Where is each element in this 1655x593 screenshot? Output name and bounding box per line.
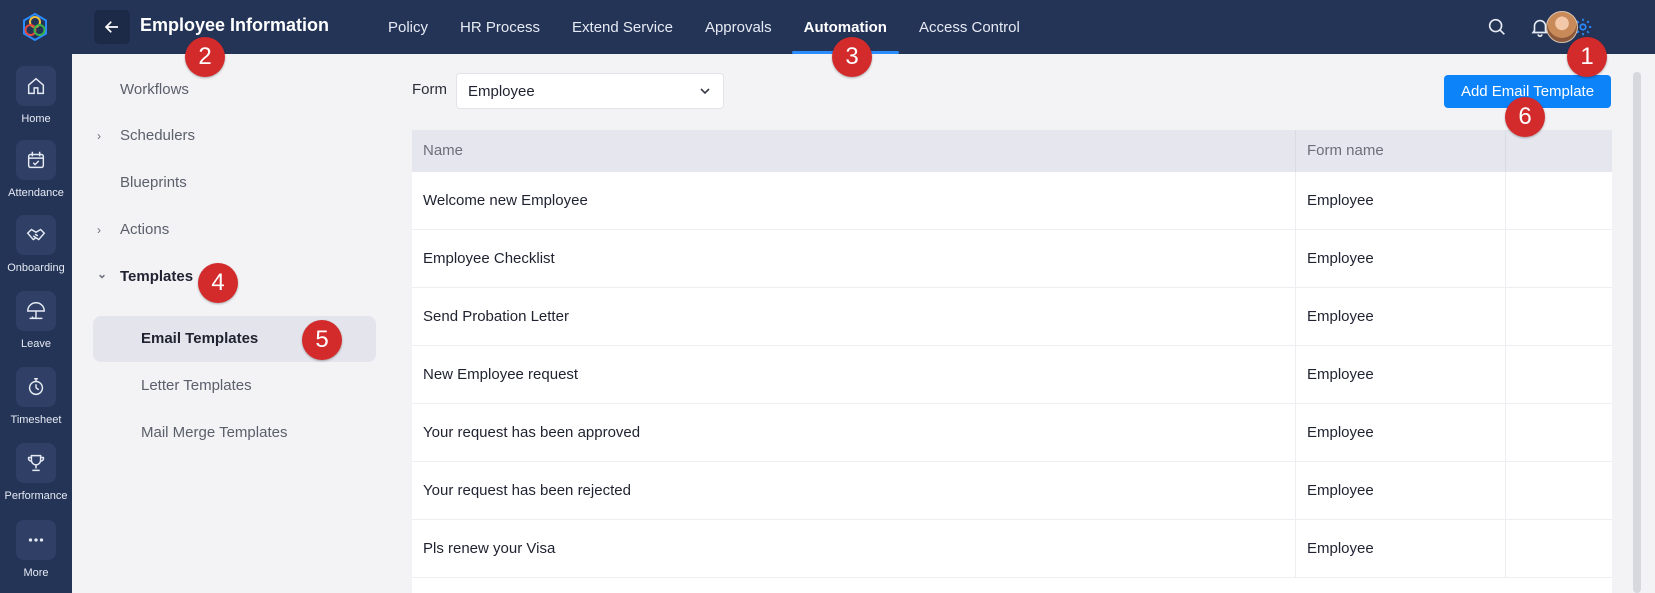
arrow-left-icon (104, 21, 118, 33)
table-row[interactable]: New Employee request Employee (412, 346, 1612, 404)
table-row[interactable]: Pls renew your Visa Employee (412, 520, 1612, 578)
actions-cell (1505, 230, 1612, 288)
actions-cell (1505, 346, 1612, 404)
table-row[interactable]: Your request has been rejected Employee (412, 462, 1612, 520)
home-icon (27, 77, 45, 95)
handshake-icon (26, 228, 46, 241)
table-row[interactable]: Send Probation Letter Employee (412, 288, 1612, 346)
left-rail: Home Attendance Onboarding Leave Timeshe… (0, 0, 72, 593)
scrollbar-thumb[interactable] (1633, 72, 1641, 593)
rail-item-leave[interactable]: Leave (0, 285, 72, 361)
sidebar-item-schedulers[interactable]: › Schedulers (72, 113, 394, 159)
vertical-scrollbar[interactable] (1633, 72, 1641, 593)
sidebar-item-workflows[interactable]: Workflows (72, 67, 394, 113)
column-header-form-name[interactable]: Form name (1295, 130, 1505, 172)
form-label: Form (412, 81, 447, 98)
template-name-cell: New Employee request (423, 366, 579, 383)
form-name-cell: Employee (1295, 346, 1505, 404)
umbrella-icon (27, 302, 45, 320)
callout-badge-2: 2 (185, 37, 225, 77)
actions-cell (1505, 462, 1612, 520)
callout-badge-5: 5 (302, 320, 342, 360)
rail-item-label: Onboarding (7, 262, 65, 274)
table-row[interactable]: Employee Checklist Employee (412, 230, 1612, 288)
callout-badge-1: 1 (1567, 37, 1607, 77)
avatar[interactable] (1546, 11, 1578, 43)
more-dots-icon (28, 538, 44, 542)
form-name-cell: Employee (1295, 404, 1505, 462)
rail-item-label: Home (21, 113, 51, 125)
app-window: Home Attendance Onboarding Leave Timeshe… (0, 0, 1655, 593)
sidebar-item-actions[interactable]: › Actions (72, 207, 394, 253)
template-name-cell: Send Probation Letter (423, 308, 569, 325)
back-button[interactable] (94, 10, 130, 44)
template-name-cell: Your request has been rejected (423, 482, 631, 499)
tab-access-control[interactable]: Access Control (903, 0, 1036, 54)
chevron-right-icon: › (97, 223, 101, 237)
form-name-cell: Employee (1295, 172, 1505, 230)
sidebar-item-label: Actions (120, 221, 170, 238)
nav-tabs: Policy HR Process Extend Service Approva… (372, 0, 1036, 54)
rail-item-label: More (23, 567, 49, 579)
callout-badge-3: 3 (832, 37, 872, 77)
actions-cell (1505, 404, 1612, 462)
rail-item-more[interactable]: More (0, 514, 72, 590)
template-name-cell: Welcome new Employee (423, 192, 588, 209)
sidebar-item-label: Templates (120, 268, 194, 285)
sidebar-item-mail-merge-templates[interactable]: Mail Merge Templates (93, 410, 376, 456)
form-select-value: Employee (468, 83, 535, 100)
app-logo-icon[interactable] (20, 12, 50, 42)
callout-badge-4: 4 (198, 263, 238, 303)
actions-cell (1505, 172, 1612, 230)
template-name-cell: Your request has been approved (423, 424, 641, 441)
template-name-cell: Employee Checklist (423, 250, 555, 267)
rail-item-attendance[interactable]: Attendance (0, 134, 72, 210)
form-select[interactable]: Employee (456, 73, 724, 109)
rail-item-timesheet[interactable]: Timesheet (0, 361, 72, 437)
tab-extend-service[interactable]: Extend Service (556, 0, 689, 54)
tab-approvals[interactable]: Approvals (689, 0, 788, 54)
rail-item-onboarding[interactable]: Onboarding (0, 209, 72, 285)
sidebar-item-blueprints[interactable]: Blueprints (72, 160, 394, 206)
chevron-right-icon: › (97, 129, 101, 143)
callout-badge-6: 6 (1505, 97, 1545, 137)
rail-item-label: Attendance (8, 187, 64, 199)
email-templates-table: Name Form name Welcome new Employee Empl… (412, 130, 1612, 593)
table-header: Name Form name (412, 130, 1612, 172)
rail-item-home[interactable]: Home (0, 60, 72, 136)
sidebar-item-label: Email Templates (141, 330, 259, 347)
form-name-cell: Employee (1295, 230, 1505, 288)
column-header-name[interactable]: Name (412, 130, 1295, 172)
sidebar-item-label: Letter Templates (141, 377, 252, 394)
chevron-down-icon (700, 88, 710, 95)
form-name-cell: Employee (1295, 288, 1505, 346)
rail-item-label: Leave (21, 338, 51, 350)
chevron-down-icon: ⌄ (97, 267, 108, 281)
rail-item-performance[interactable]: Performance (0, 437, 72, 513)
automation-sidebar: Workflows › Schedulers Blueprints › Acti… (72, 54, 394, 593)
actions-cell (1505, 520, 1612, 578)
sidebar-item-label: Schedulers (120, 127, 196, 144)
sidebar-item-letter-templates[interactable]: Letter Templates (93, 363, 376, 409)
stopwatch-icon (28, 378, 44, 396)
sidebar-item-label: Mail Merge Templates (141, 424, 288, 441)
calendar-check-icon (27, 151, 45, 169)
template-name-cell: Pls renew your Visa (423, 540, 556, 557)
form-name-cell: Employee (1295, 462, 1505, 520)
table-row[interactable]: Welcome new Employee Employee (412, 172, 1612, 230)
tab-hr-process[interactable]: HR Process (444, 0, 556, 54)
rail-item-label: Timesheet (10, 414, 62, 426)
form-name-cell: Employee (1295, 520, 1505, 578)
tab-policy[interactable]: Policy (372, 0, 444, 54)
rail-item-label: Performance (4, 490, 68, 502)
search-icon[interactable] (1486, 16, 1508, 38)
actions-cell (1505, 288, 1612, 346)
sidebar-item-label: Blueprints (120, 174, 187, 191)
sidebar-item-label: Workflows (120, 81, 189, 98)
table-row[interactable]: Your request has been approved Employee (412, 404, 1612, 462)
page-title: Employee Information (140, 15, 330, 35)
trophy-icon (27, 454, 45, 472)
